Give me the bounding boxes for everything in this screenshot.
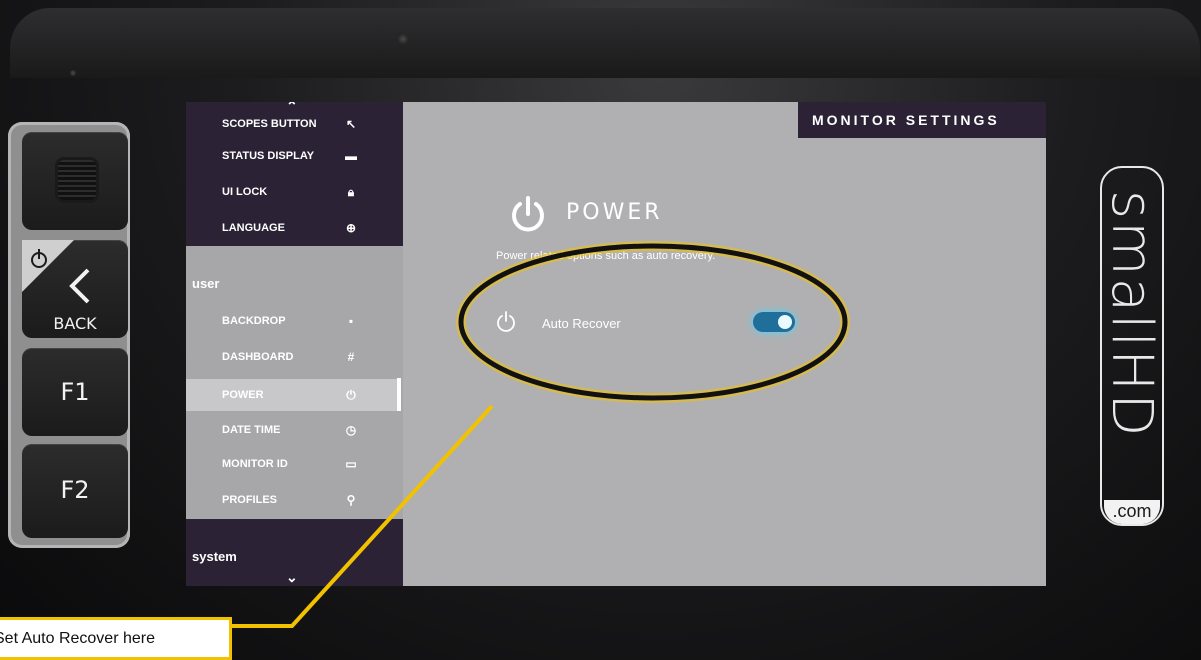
callout-text: Set Auto Recover here [0,630,155,647]
callout-pointer [232,404,494,628]
callout-box: Set Auto Recover here [0,617,232,660]
highlight-ellipse [458,243,848,401]
brand-logo-suffix: .com [1104,500,1160,524]
monitor-device: BACK F1 F2 ⌃ SCOPES BUTTON ↖ STATUS DISP… [0,0,1201,660]
annotation-overlay [232,241,850,628]
brand-logo: smallHD [1099,190,1164,439]
